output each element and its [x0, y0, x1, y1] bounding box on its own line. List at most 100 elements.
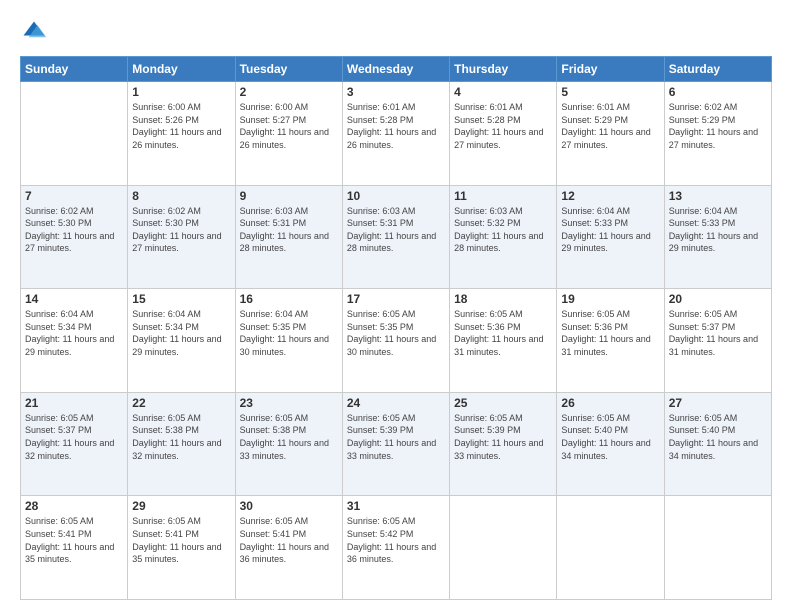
day-number: 8 [132, 189, 230, 203]
day-number: 13 [669, 189, 767, 203]
week-row-2: 7 Sunrise: 6:02 AMSunset: 5:30 PMDaylight… [21, 185, 772, 289]
calendar-cell: 31 Sunrise: 6:05 AMSunset: 5:42 PMDayligh… [342, 496, 449, 600]
cell-details: Sunrise: 6:05 AMSunset: 5:36 PMDaylight:… [454, 308, 552, 358]
calendar-cell: 23 Sunrise: 6:05 AMSunset: 5:38 PMDayligh… [235, 392, 342, 496]
calendar-cell [557, 496, 664, 600]
day-number: 11 [454, 189, 552, 203]
day-number: 7 [25, 189, 123, 203]
day-number: 17 [347, 292, 445, 306]
day-number: 16 [240, 292, 338, 306]
cell-details: Sunrise: 6:05 AMSunset: 5:40 PMDaylight:… [561, 412, 659, 462]
day-number: 12 [561, 189, 659, 203]
day-number: 20 [669, 292, 767, 306]
calendar-cell [450, 496, 557, 600]
cell-details: Sunrise: 6:02 AMSunset: 5:30 PMDaylight:… [25, 205, 123, 255]
calendar-cell: 24 Sunrise: 6:05 AMSunset: 5:39 PMDayligh… [342, 392, 449, 496]
calendar-header-row: SundayMondayTuesdayWednesdayThursdayFrid… [21, 57, 772, 82]
day-number: 15 [132, 292, 230, 306]
calendar-cell: 15 Sunrise: 6:04 AMSunset: 5:34 PMDayligh… [128, 289, 235, 393]
col-header-sunday: Sunday [21, 57, 128, 82]
page: SundayMondayTuesdayWednesdayThursdayFrid… [0, 0, 792, 612]
cell-details: Sunrise: 6:02 AMSunset: 5:30 PMDaylight:… [132, 205, 230, 255]
calendar-cell: 20Sunrise: 6:05 AMSunset: 5:37 PMDayligh… [664, 289, 771, 393]
header [20, 18, 772, 46]
day-number: 27 [669, 396, 767, 410]
week-row-1: 1 Sunrise: 6:00 AMSunset: 5:26 PMDaylight… [21, 82, 772, 186]
calendar-cell: 13 Sunrise: 6:04 AMSunset: 5:33 PMDayligh… [664, 185, 771, 289]
day-number: 18 [454, 292, 552, 306]
calendar-cell: 22 Sunrise: 6:05 AMSunset: 5:38 PMDayligh… [128, 392, 235, 496]
calendar-table: SundayMondayTuesdayWednesdayThursdayFrid… [20, 56, 772, 600]
day-number: 24 [347, 396, 445, 410]
cell-details: Sunrise: 6:05 AMSunset: 5:37 PMDaylight:… [25, 412, 123, 462]
calendar-cell: 28 Sunrise: 6:05 AMSunset: 5:41 PMDayligh… [21, 496, 128, 600]
calendar-cell: 17 Sunrise: 6:05 AMSunset: 5:35 PMDayligh… [342, 289, 449, 393]
cell-details: Sunrise: 6:04 AMSunset: 5:33 PMDaylight:… [561, 205, 659, 255]
day-number: 26 [561, 396, 659, 410]
calendar-cell: 9 Sunrise: 6:03 AMSunset: 5:31 PMDaylight… [235, 185, 342, 289]
logo-icon [20, 18, 48, 46]
week-row-5: 28 Sunrise: 6:05 AMSunset: 5:41 PMDayligh… [21, 496, 772, 600]
calendar-cell: 27Sunrise: 6:05 AMSunset: 5:40 PMDayligh… [664, 392, 771, 496]
cell-details: Sunrise: 6:01 AMSunset: 5:28 PMDaylight:… [347, 101, 445, 151]
calendar-cell [664, 496, 771, 600]
cell-details: Sunrise: 6:01 AMSunset: 5:28 PMDaylight:… [454, 101, 552, 151]
calendar-cell: 7 Sunrise: 6:02 AMSunset: 5:30 PMDaylight… [21, 185, 128, 289]
calendar-cell: 16 Sunrise: 6:04 AMSunset: 5:35 PMDayligh… [235, 289, 342, 393]
calendar-cell: 2 Sunrise: 6:00 AMSunset: 5:27 PMDaylight… [235, 82, 342, 186]
col-header-wednesday: Wednesday [342, 57, 449, 82]
week-row-3: 14Sunrise: 6:04 AMSunset: 5:34 PMDayligh… [21, 289, 772, 393]
day-number: 28 [25, 499, 123, 513]
cell-details: Sunrise: 6:00 AMSunset: 5:26 PMDaylight:… [132, 101, 230, 151]
calendar-cell: 21 Sunrise: 6:05 AMSunset: 5:37 PMDayligh… [21, 392, 128, 496]
cell-details: Sunrise: 6:04 AMSunset: 5:33 PMDaylight:… [669, 205, 767, 255]
cell-details: Sunrise: 6:04 AMSunset: 5:34 PMDaylight:… [25, 308, 123, 358]
calendar-cell: 3Sunrise: 6:01 AMSunset: 5:28 PMDaylight… [342, 82, 449, 186]
calendar-cell: 4Sunrise: 6:01 AMSunset: 5:28 PMDaylight… [450, 82, 557, 186]
day-number: 31 [347, 499, 445, 513]
cell-details: Sunrise: 6:04 AMSunset: 5:35 PMDaylight:… [240, 308, 338, 358]
day-number: 2 [240, 85, 338, 99]
cell-details: Sunrise: 6:00 AMSunset: 5:27 PMDaylight:… [240, 101, 338, 151]
cell-details: Sunrise: 6:05 AMSunset: 5:42 PMDaylight:… [347, 515, 445, 565]
day-number: 23 [240, 396, 338, 410]
day-number: 25 [454, 396, 552, 410]
cell-details: Sunrise: 6:02 AMSunset: 5:29 PMDaylight:… [669, 101, 767, 151]
calendar-cell: 1 Sunrise: 6:00 AMSunset: 5:26 PMDaylight… [128, 82, 235, 186]
cell-details: Sunrise: 6:05 AMSunset: 5:38 PMDaylight:… [132, 412, 230, 462]
cell-details: Sunrise: 6:04 AMSunset: 5:34 PMDaylight:… [132, 308, 230, 358]
cell-details: Sunrise: 6:05 AMSunset: 5:35 PMDaylight:… [347, 308, 445, 358]
calendar-cell: 14Sunrise: 6:04 AMSunset: 5:34 PMDayligh… [21, 289, 128, 393]
calendar-cell: 18 Sunrise: 6:05 AMSunset: 5:36 PMDayligh… [450, 289, 557, 393]
cell-details: Sunrise: 6:03 AMSunset: 5:31 PMDaylight:… [240, 205, 338, 255]
calendar-cell: 19 Sunrise: 6:05 AMSunset: 5:36 PMDayligh… [557, 289, 664, 393]
calendar-cell: 29Sunrise: 6:05 AMSunset: 5:41 PMDayligh… [128, 496, 235, 600]
col-header-saturday: Saturday [664, 57, 771, 82]
calendar-cell: 25Sunrise: 6:05 AMSunset: 5:39 PMDayligh… [450, 392, 557, 496]
day-number: 10 [347, 189, 445, 203]
calendar-cell: 26 Sunrise: 6:05 AMSunset: 5:40 PMDayligh… [557, 392, 664, 496]
cell-details: Sunrise: 6:05 AMSunset: 5:39 PMDaylight:… [347, 412, 445, 462]
calendar-cell: 5Sunrise: 6:01 AMSunset: 5:29 PMDaylight… [557, 82, 664, 186]
calendar-cell: 11 Sunrise: 6:03 AMSunset: 5:32 PMDayligh… [450, 185, 557, 289]
day-number: 9 [240, 189, 338, 203]
cell-details: Sunrise: 6:03 AMSunset: 5:32 PMDaylight:… [454, 205, 552, 255]
calendar-cell [21, 82, 128, 186]
cell-details: Sunrise: 6:05 AMSunset: 5:41 PMDaylight:… [132, 515, 230, 565]
day-number: 19 [561, 292, 659, 306]
day-number: 22 [132, 396, 230, 410]
day-number: 6 [669, 85, 767, 99]
calendar-cell: 6 Sunrise: 6:02 AMSunset: 5:29 PMDaylight… [664, 82, 771, 186]
cell-details: Sunrise: 6:05 AMSunset: 5:41 PMDaylight:… [25, 515, 123, 565]
day-number: 21 [25, 396, 123, 410]
cell-details: Sunrise: 6:05 AMSunset: 5:36 PMDaylight:… [561, 308, 659, 358]
day-number: 1 [132, 85, 230, 99]
day-number: 5 [561, 85, 659, 99]
cell-details: Sunrise: 6:05 AMSunset: 5:38 PMDaylight:… [240, 412, 338, 462]
calendar-cell: 10Sunrise: 6:03 AMSunset: 5:31 PMDayligh… [342, 185, 449, 289]
cell-details: Sunrise: 6:05 AMSunset: 5:41 PMDaylight:… [240, 515, 338, 565]
col-header-friday: Friday [557, 57, 664, 82]
calendar-cell: 12 Sunrise: 6:04 AMSunset: 5:33 PMDayligh… [557, 185, 664, 289]
col-header-tuesday: Tuesday [235, 57, 342, 82]
col-header-thursday: Thursday [450, 57, 557, 82]
